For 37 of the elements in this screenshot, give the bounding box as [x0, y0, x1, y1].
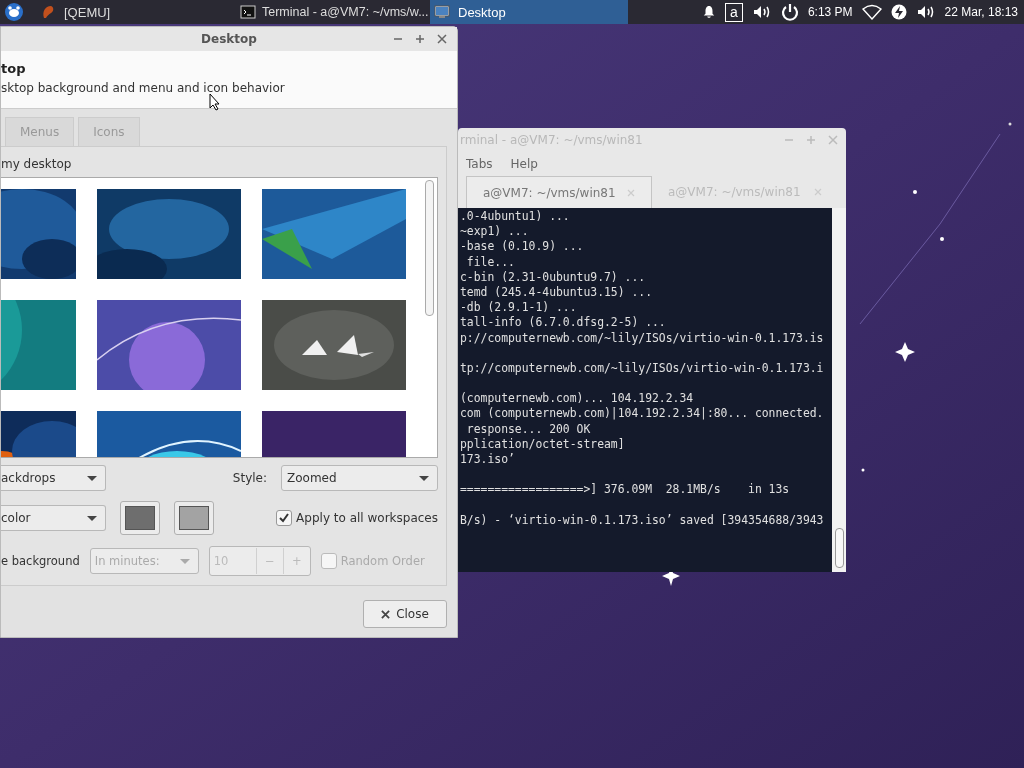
- dialog-subtitle: sktop background and menu and icon behavior: [1, 81, 286, 95]
- folder-dropdown[interactable]: ackdrops: [1, 465, 106, 491]
- terminal-line: c-bin (2.31-0ubuntu9.7) ...: [460, 269, 646, 285]
- style-label: Style:: [232, 471, 267, 485]
- terminal-line: p://computernewb.com/~lily/ISOs/virtio-win-0.1.173.is: [460, 330, 824, 347]
- terminal-line: 173.iso’: [460, 452, 515, 469]
- close-button[interactable]: Close: [363, 600, 447, 628]
- terminal-tab[interactable]: a@VM7: ~/vms/win81: [466, 176, 652, 208]
- keyboard-layout[interactable]: a: [725, 2, 743, 22]
- terminal-line: com (computernewb.com)|104.192.2.34|:80... connected.: [460, 406, 824, 422]
- terminal-line: file...: [465, 254, 515, 270]
- taskbar-item[interactable]: Terminal - a@VM7: ~/vms/w...: [234, 0, 430, 24]
- change-background-label: e background: [1, 554, 80, 568]
- terminal-line: B/s) - ‘virtio-win-0.1.173.iso’ saved [394354688/3943: [460, 512, 824, 528]
- taskbar-item[interactable]: [QEMU]: [34, 0, 234, 24]
- menu-item[interactable]: Tabs: [466, 156, 493, 171]
- terminal-line: .0-4ubuntu1) ...: [460, 209, 570, 225]
- terminal-line: (computernewb.com)... 104.192.2.34: [460, 391, 694, 407]
- terminal-line: -db (2.9.1-1) ...: [460, 300, 577, 316]
- apply-checkbox[interactable]: Apply to all workspaces: [276, 510, 438, 526]
- terminal-line: -base (0.10.9) ...: [460, 239, 584, 255]
- terminal-line: response... 200 OK: [465, 421, 591, 437]
- clock[interactable]: 6:13 PM: [807, 5, 853, 19]
- terminal-line: tp://computernewb.com/~lily/ISOs/virtio-win-0.1.173.i: [460, 360, 824, 377]
- color-dropdown[interactable]: color: [1, 505, 106, 531]
- menu-item[interactable]: Help: [510, 156, 538, 171]
- terminal-line: temd (245.4-4ubuntu3.15) ...: [460, 284, 653, 301]
- terminal-line: ==================>] 376.09M 28.1MB/s in 13s: [460, 482, 790, 499]
- taskbar-item[interactable]: Desktop: [430, 0, 628, 24]
- folder-label: my desktop: [1, 157, 73, 173]
- window-title: Desktop: [201, 32, 257, 46]
- date-time[interactable]: 22 Mar, 18:13: [944, 5, 1018, 19]
- dialog-heading: top: [1, 61, 27, 76]
- style-dropdown[interactable]: Zoomed: [281, 465, 438, 491]
- terminal-line: pplication/octet-stream]: [460, 436, 625, 453]
- terminal-line: tall-info (6.7.0.dfsg.2-5) ...: [460, 315, 666, 331]
- terminal-line: ~exp1) ...: [460, 224, 529, 240]
